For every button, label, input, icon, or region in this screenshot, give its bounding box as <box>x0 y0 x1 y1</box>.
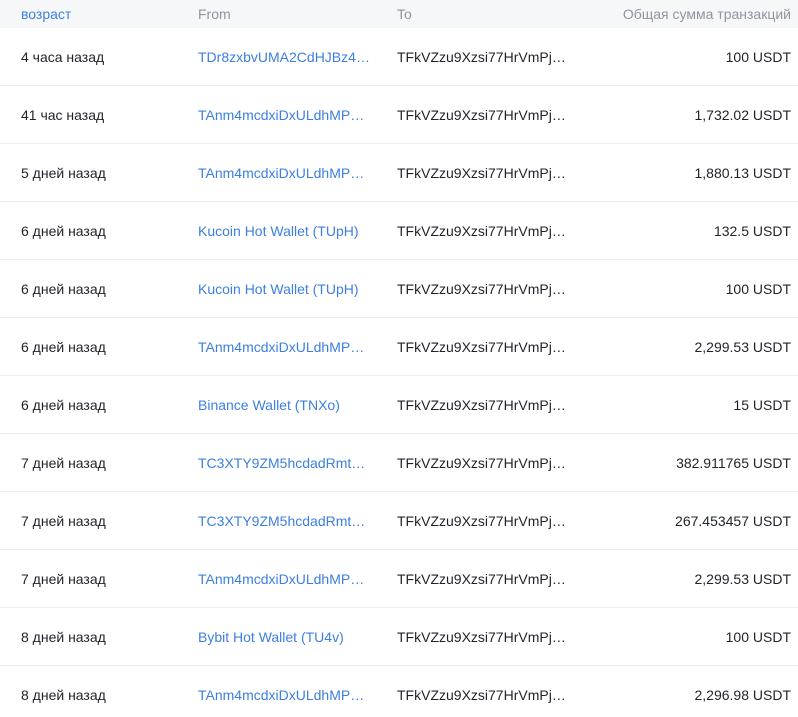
table-row: 41 час назад TAnm4mcdxiDxULdhMPPqXrYgd T… <box>0 86 798 144</box>
table-row: 6 дней назад Kucoin Hot Wallet (TUpH) TF… <box>0 202 798 260</box>
column-header-amount: Общая сумма транзакций <box>622 6 791 22</box>
row-from-address-link[interactable]: Kucoin Hot Wallet (TUpH) <box>198 281 359 297</box>
table-row: 4 часа назад TDr8zxbvUMA2CdHJBz46TKfYvb … <box>0 28 798 86</box>
table-row: 6 дней назад Binance Wallet (TNXo) TFkVZ… <box>0 376 798 434</box>
row-amount: 2,296.98 USDT <box>694 686 792 703</box>
row-age: 6 дней назад <box>21 396 106 413</box>
row-age: 7 дней назад <box>21 454 106 471</box>
row-amount: 132.5 USDT <box>713 222 791 239</box>
row-age: 41 час назад <box>21 106 105 123</box>
row-amount: 100 USDT <box>725 628 791 645</box>
row-amount: 2,299.53 USDT <box>694 570 792 587</box>
row-from-address-link[interactable]: TAnm4mcdxiDxULdhMPPqXrYgd <box>198 339 370 355</box>
row-age: 5 дней назад <box>21 164 106 181</box>
row-amount: 2,299.53 USDT <box>694 338 792 355</box>
row-to-address: TFkVZzu9Xzsi77HrVmPjsXUx <box>397 107 569 124</box>
row-to-address: TFkVZzu9Xzsi77HrVmPjsXUx <box>397 455 569 472</box>
column-header-age[interactable]: возраст <box>0 6 198 22</box>
table-row: 8 дней назад TAnm4mcdxiDxULdhMPPqXrYgd T… <box>0 666 798 717</box>
row-age: 8 дней назад <box>21 686 106 703</box>
row-from-address-link[interactable]: TAnm4mcdxiDxULdhMPPqXrYgd <box>198 571 370 587</box>
row-from-address-link[interactable]: TC3XTY9ZM5hcdadRmtGkqPq <box>198 513 370 529</box>
row-age: 7 дней назад <box>21 570 106 587</box>
row-from-address-link[interactable]: TAnm4mcdxiDxULdhMPPqXrYgd <box>198 687 370 703</box>
table-row: 7 дней назад TAnm4mcdxiDxULdhMPPqXrYgd T… <box>0 550 798 608</box>
transactions-table: возраст From To Общая сумма транзакций 4… <box>0 0 798 717</box>
row-from-address-link[interactable]: TDr8zxbvUMA2CdHJBz46TKfYvb <box>198 49 370 65</box>
row-age: 6 дней назад <box>21 280 106 297</box>
row-age: 7 дней назад <box>21 512 106 529</box>
table-row: 6 дней назад Kucoin Hot Wallet (TUpH) TF… <box>0 260 798 318</box>
row-to-address: TFkVZzu9Xzsi77HrVmPjsXUx <box>397 571 569 588</box>
table-row: 5 дней назад TAnm4mcdxiDxULdhMPPqXrYgd T… <box>0 144 798 202</box>
column-header-to: To <box>397 6 412 22</box>
row-to-address: TFkVZzu9Xzsi77HrVmPjsXUx <box>397 629 569 646</box>
row-amount: 1,880.13 USDT <box>694 164 792 181</box>
row-to-address: TFkVZzu9Xzsi77HrVmPjsXUx <box>397 513 569 530</box>
table-row: 7 дней назад TC3XTY9ZM5hcdadRmtGkqPq TFk… <box>0 434 798 492</box>
row-age: 6 дней назад <box>21 338 106 355</box>
row-age: 4 часа назад <box>21 48 105 65</box>
row-to-address: TFkVZzu9Xzsi77HrVmPjsXUx <box>397 165 569 182</box>
table-row: 7 дней назад TC3XTY9ZM5hcdadRmtGkqPq TFk… <box>0 492 798 550</box>
row-from-address-link[interactable]: TAnm4mcdxiDxULdhMPPqXrYgd <box>198 165 370 181</box>
row-age: 6 дней назад <box>21 222 106 239</box>
row-amount: 15 USDT <box>733 396 791 413</box>
row-amount: 100 USDT <box>725 48 791 65</box>
table-row: 8 дней назад Bybit Hot Wallet (TU4v) TFk… <box>0 608 798 666</box>
row-from-address-link[interactable]: TAnm4mcdxiDxULdhMPPqXrYgd <box>198 107 370 123</box>
row-amount: 382.911765 USDT <box>676 454 791 471</box>
row-to-address: TFkVZzu9Xzsi77HrVmPjsXUx <box>397 281 569 298</box>
row-amount: 267.453457 USDT <box>675 512 791 529</box>
row-from-address-link[interactable]: TC3XTY9ZM5hcdadRmtGkqPq <box>198 455 370 471</box>
row-to-address: TFkVZzu9Xzsi77HrVmPjsXUx <box>397 339 569 356</box>
row-to-address: TFkVZzu9Xzsi77HrVmPjsXUx <box>397 49 569 66</box>
row-to-address: TFkVZzu9Xzsi77HrVmPjsXUx <box>397 397 569 414</box>
row-from-address-link[interactable]: Binance Wallet (TNXo) <box>198 397 340 413</box>
row-from-address-link[interactable]: Kucoin Hot Wallet (TUpH) <box>198 223 359 239</box>
row-from-address-link[interactable]: Bybit Hot Wallet (TU4v) <box>198 629 344 645</box>
row-to-address: TFkVZzu9Xzsi77HrVmPjsXUx <box>397 687 569 704</box>
table-header: возраст From To Общая сумма транзакций <box>0 0 798 28</box>
column-header-from: From <box>198 6 231 22</box>
row-to-address: TFkVZzu9Xzsi77HrVmPjsXUx <box>397 223 569 240</box>
row-amount: 100 USDT <box>725 280 791 297</box>
row-age: 8 дней назад <box>21 628 106 645</box>
table-row: 6 дней назад TAnm4mcdxiDxULdhMPPqXrYgd T… <box>0 318 798 376</box>
row-amount: 1,732.02 USDT <box>694 106 792 123</box>
